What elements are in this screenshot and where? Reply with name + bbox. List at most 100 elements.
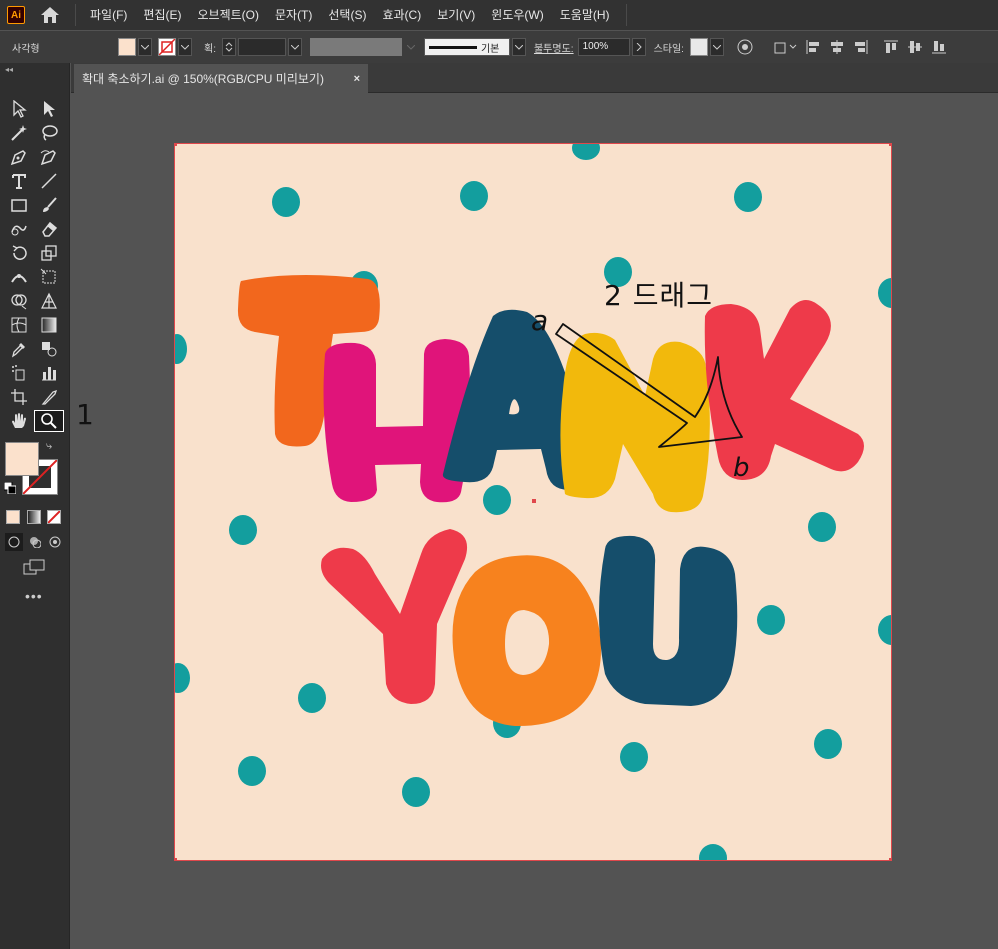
align-middle-icon[interactable] (906, 38, 924, 56)
stroke-dropdown[interactable] (178, 38, 192, 56)
menu-file[interactable]: 파일(F) (82, 0, 135, 30)
align-center-icon[interactable] (828, 38, 846, 56)
edit-toolbar-icon[interactable]: ••• (25, 588, 43, 604)
stroke-weight-stepper[interactable] (221, 38, 236, 56)
graphic-style-swatch[interactable] (689, 38, 708, 56)
control-bar: 사각형 획: 기본 불투명도: 100% 스타일: (0, 31, 998, 63)
menu-type[interactable]: 문자(T) (267, 0, 320, 30)
center-point (532, 499, 536, 503)
collapse-panel-icon[interactable]: ◂◂ (5, 65, 13, 74)
align-top-icon[interactable] (882, 38, 900, 56)
profile-dropdown[interactable] (403, 38, 418, 56)
menu-select[interactable]: 선택(S) (320, 0, 374, 30)
opacity-label[interactable]: 불투명도: (534, 40, 574, 55)
draw-normal-icon[interactable] (5, 533, 23, 551)
home-icon[interactable] (39, 5, 61, 25)
variable-width-profile[interactable] (309, 38, 402, 56)
selection-handle[interactable] (889, 858, 891, 860)
rotate-tool-icon[interactable] (7, 242, 31, 264)
stroke-label: 획: (204, 43, 216, 55)
letter-u (599, 535, 738, 706)
selection-handle[interactable] (175, 144, 177, 146)
fill-swatch[interactable] (118, 38, 136, 56)
opacity-arrow[interactable] (631, 38, 646, 56)
step-1-annotation: 1 (76, 398, 94, 431)
shaper-tool-icon[interactable] (7, 218, 31, 240)
stroke-weight-dropdown[interactable] (287, 38, 302, 56)
rectangle-tool-icon[interactable] (7, 194, 31, 216)
selection-handle[interactable] (889, 144, 891, 146)
zoom-tool-icon[interactable] (34, 410, 64, 432)
close-tab-icon[interactable]: × (354, 73, 360, 85)
slice-tool-icon[interactable] (37, 386, 61, 408)
swap-colors-icon[interactable]: ⤷ (46, 440, 52, 453)
shape-builder-tool-icon[interactable] (7, 290, 31, 312)
eraser-tool-icon[interactable] (37, 218, 61, 240)
curvature-tool-icon[interactable] (37, 146, 61, 168)
hand-tool-icon[interactable] (7, 410, 31, 432)
draw-behind-icon[interactable] (26, 533, 44, 551)
selection-type-label: 사각형 (12, 43, 40, 55)
brush-label: 기본 (480, 43, 500, 55)
document-tab[interactable]: 확대 축소하기.ai @ 150%(RGB/CPU 미리보기) × (74, 64, 368, 93)
menu-items: 파일(F) 편집(E) 오브젝트(O) 문자(T) 선택(S) 효과(C) 보기… (82, 0, 618, 30)
gradient-mode-icon[interactable] (27, 510, 41, 524)
type-tool-icon[interactable] (7, 170, 31, 192)
opacity-input[interactable]: 100% (577, 38, 630, 56)
eyedropper-tool-icon[interactable] (7, 338, 31, 360)
selection-handle[interactable] (175, 858, 177, 860)
tools-panel: ◂◂ ⤷ ••• (0, 63, 70, 949)
align-right-icon[interactable] (852, 38, 870, 56)
mesh-tool-icon[interactable] (7, 314, 31, 336)
blend-tool-icon[interactable] (37, 338, 61, 360)
menu-view[interactable]: 보기(V) (429, 0, 483, 30)
letter-y (321, 529, 468, 704)
magic-wand-tool-icon[interactable] (7, 122, 31, 144)
free-transform-tool-icon[interactable] (37, 266, 61, 288)
column-graph-tool-icon[interactable] (37, 362, 61, 384)
stroke-weight-input[interactable] (237, 38, 286, 56)
menu-window[interactable]: 윈도우(W) (483, 0, 551, 30)
line-tool-icon[interactable] (37, 170, 61, 192)
recolor-icon[interactable] (736, 38, 754, 56)
brush-definition[interactable]: 기본 (423, 38, 510, 56)
draw-inside-icon[interactable] (46, 533, 64, 551)
symbol-sprayer-tool-icon[interactable] (7, 362, 31, 384)
point-a-label: a (531, 304, 548, 337)
gradient-tool-icon[interactable] (37, 314, 61, 336)
menu-help[interactable]: 도움말(H) (552, 0, 618, 30)
point-b-label: b (733, 453, 750, 483)
menu-edit[interactable]: 편집(E) (135, 0, 189, 30)
default-colors-icon[interactable] (3, 481, 17, 499)
scale-tool-icon[interactable] (37, 242, 61, 264)
fill-dropdown[interactable] (138, 38, 152, 56)
brush-dropdown[interactable] (511, 38, 526, 56)
none-mode-icon[interactable] (47, 510, 61, 524)
artboard[interactable]: a b (174, 143, 892, 861)
transform-icon[interactable] (772, 38, 798, 56)
stroke-line-preview (428, 45, 477, 49)
menu-divider (75, 4, 76, 26)
align-bottom-icon[interactable] (930, 38, 948, 56)
selection-tool-icon[interactable] (7, 98, 31, 120)
lasso-tool-icon[interactable] (37, 122, 61, 144)
perspective-grid-tool-icon[interactable] (37, 290, 61, 312)
artwork: a b (175, 144, 891, 860)
fill-color-front[interactable] (5, 442, 39, 476)
width-tool-icon[interactable] (7, 266, 31, 288)
stroke-swatch[interactable] (158, 38, 176, 56)
pen-tool-icon[interactable] (7, 146, 31, 168)
style-label: 스타일: (653, 43, 684, 55)
style-dropdown[interactable] (709, 38, 724, 56)
menu-object[interactable]: 오브젝트(O) (189, 0, 267, 30)
paintbrush-tool-icon[interactable] (37, 194, 61, 216)
letter-k (704, 300, 864, 480)
color-mode-icon[interactable] (6, 510, 20, 524)
screen-mode-icon[interactable] (22, 558, 46, 576)
direct-selection-tool-icon[interactable] (37, 98, 61, 120)
align-left-icon[interactable] (804, 38, 822, 56)
menu-effect[interactable]: 효과(C) (374, 0, 429, 30)
artboard-tool-icon[interactable] (7, 386, 31, 408)
menu-divider (625, 4, 627, 26)
document-tab-title: 확대 축소하기.ai @ 150%(RGB/CPU 미리보기) (82, 72, 324, 86)
